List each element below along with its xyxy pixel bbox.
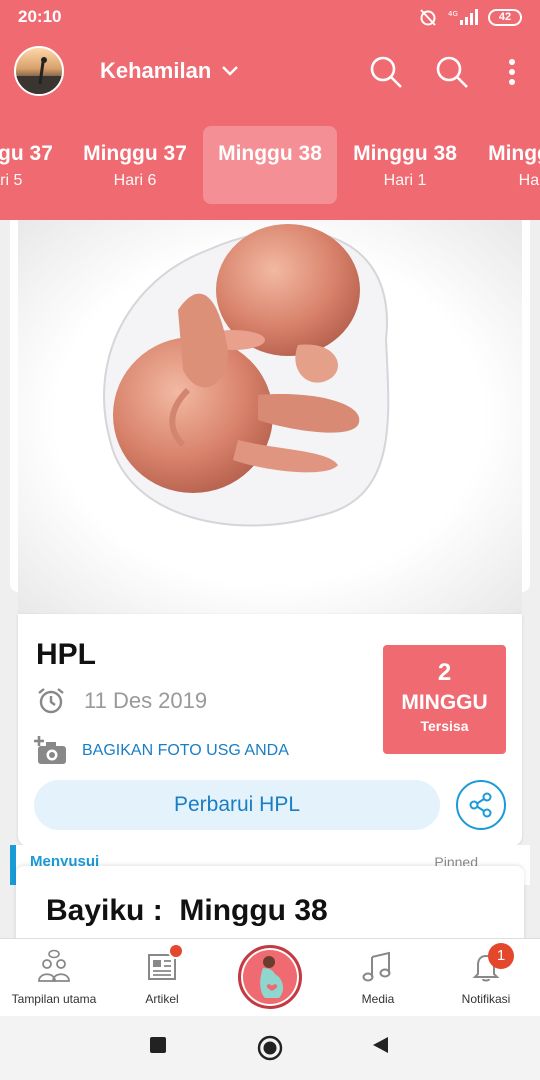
app-header: Kehamilan Minggu 37 Hari 5 Minggu 37 Har…	[0, 34, 540, 220]
music-note-icon	[362, 951, 391, 982]
home-icon[interactable]	[257, 1035, 283, 1061]
nav-home[interactable]: Tampilan utama	[0, 939, 108, 1017]
nav-notifications[interactable]: Notifikasi 1	[432, 939, 540, 1017]
hpl-title: HPL	[36, 638, 96, 671]
article-unread-badge	[168, 943, 184, 959]
tab-week-37-day-6[interactable]: Minggu 37 Hari 6	[68, 126, 202, 204]
nav-media[interactable]: Media	[324, 939, 432, 1017]
community-icon	[38, 949, 70, 982]
tab-week-38-day-1[interactable]: Minggu 38 Hari 1	[338, 126, 472, 204]
fetus-illustration	[18, 220, 522, 614]
tab-week-38-active[interactable]: Minggu 38	[203, 126, 337, 204]
avatar[interactable]	[14, 46, 64, 96]
signal-icon: 4G	[448, 9, 478, 25]
pregnant-woman-icon	[260, 956, 284, 998]
more-vertical-icon[interactable]	[508, 58, 516, 86]
week-tabs: Minggu 37 Hari 5 Minggu 37 Hari 6 Minggu…	[0, 126, 540, 204]
weeks-remaining-unit: MINGGU	[401, 691, 488, 714]
nav-pregnancy-button[interactable]	[238, 945, 302, 1009]
share-icon	[469, 792, 492, 818]
share-usg-link[interactable]: BAGIKAN FOTO USG ANDA	[34, 736, 289, 766]
tab-week-38-day-2[interactable]: Minggu 38 Hari 2	[473, 126, 540, 204]
chevron-down-icon	[222, 66, 239, 76]
notification-count-badge: 1	[488, 943, 514, 969]
alarm-off-icon	[420, 9, 436, 26]
bottom-nav: Tampilan utama Artikel Media Notifikasi …	[0, 938, 540, 1016]
alarm-clock-icon	[38, 688, 64, 714]
app-title-dropdown[interactable]: Kehamilan	[100, 58, 239, 84]
share-usg-label: BAGIKAN FOTO USG ANDA	[82, 742, 289, 759]
update-hpl-button[interactable]: Perbarui HPL	[34, 780, 440, 830]
system-nav-bar	[0, 1016, 540, 1080]
back-icon[interactable]	[371, 1036, 389, 1054]
battery-level: 42	[498, 11, 512, 23]
due-date: 11 Des 2019	[84, 688, 208, 713]
baby-week-card[interactable]: Bayiku : Minggu 38	[16, 866, 524, 946]
search-icon-secondary[interactable]	[434, 54, 470, 90]
network-type: 4G	[448, 10, 458, 18]
weeks-remaining-label: Tersisa	[420, 718, 469, 734]
status-bar: 20:10 4G 42	[0, 0, 540, 34]
status-time: 20:10	[18, 7, 62, 26]
hpl-card: HPL 11 Des 2019 BAGIKAN FOTO USG ANDA 2 …	[18, 614, 522, 846]
baby-week-title: Bayiku : Minggu 38	[46, 894, 328, 927]
recent-apps-icon[interactable]	[149, 1036, 167, 1054]
add-photo-icon	[34, 736, 66, 764]
share-button[interactable]	[456, 780, 506, 830]
tab-week-37-day-5[interactable]: Minggu 37 Hari 5	[0, 126, 68, 204]
nav-articles[interactable]: Artikel	[108, 939, 216, 1017]
search-icon[interactable]	[368, 54, 404, 90]
battery-icon: 42	[488, 8, 522, 26]
weeks-remaining-badge: 2 MINGGU Tersisa	[383, 645, 506, 754]
weeks-remaining-number: 2	[437, 659, 452, 686]
app-title: Kehamilan	[100, 58, 212, 83]
